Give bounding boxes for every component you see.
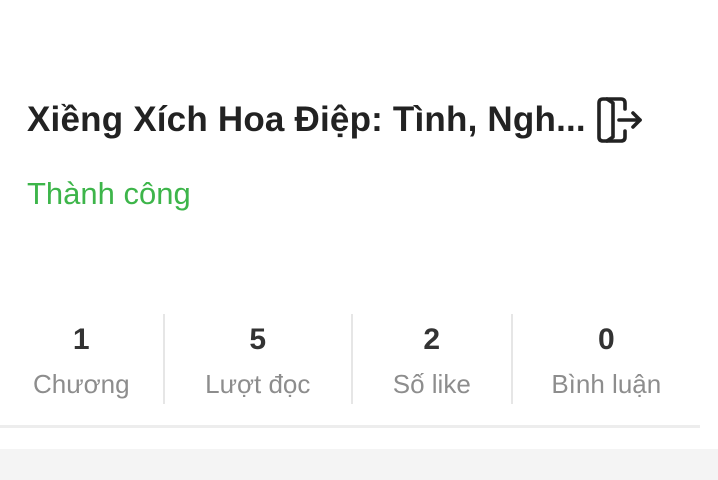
stat-label: Số like bbox=[392, 369, 471, 399]
stat-value: 2 bbox=[423, 323, 441, 356]
stat-label: Chương bbox=[32, 369, 130, 399]
stat-label: Bình luận bbox=[551, 369, 662, 399]
stat-value: 5 bbox=[249, 323, 267, 356]
stats-bar: 1 Chương 5 Lượt đọc 2 Số like 0 Bình luậ… bbox=[0, 314, 700, 406]
exit-icon bbox=[597, 97, 642, 143]
stat-value: 1 bbox=[72, 323, 90, 356]
stat-chapters[interactable]: 1 Chương bbox=[0, 314, 163, 406]
stat-value: 0 bbox=[597, 323, 615, 356]
story-title-row: Xiềng Xích Hoa Điệp: Tình, Ngh... bbox=[27, 94, 646, 146]
story-title[interactable]: Xiềng Xích Hoa Điệp: Tình, Ngh... bbox=[27, 100, 586, 140]
card-bottom-border bbox=[0, 425, 700, 428]
section-separator bbox=[0, 449, 718, 480]
stat-label: Lượt đọc bbox=[205, 369, 311, 399]
stat-likes[interactable]: 2 Số like bbox=[353, 314, 511, 406]
stat-comments[interactable]: 0 Bình luận bbox=[513, 314, 700, 406]
stat-reads[interactable]: 5 Lượt đọc bbox=[165, 314, 351, 406]
exit-button[interactable] bbox=[594, 94, 646, 146]
status-text: Thành công bbox=[27, 176, 191, 211]
story-card: Xiềng Xích Hoa Điệp: Tình, Ngh... Thành … bbox=[0, 0, 718, 428]
